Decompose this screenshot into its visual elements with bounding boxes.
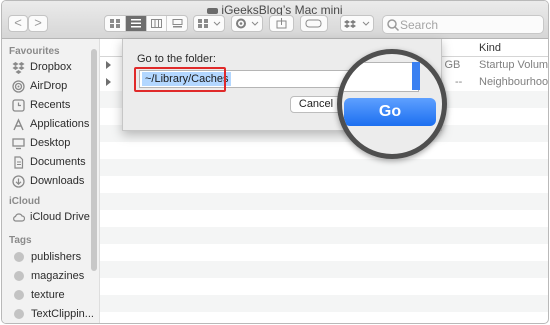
- table-row: [100, 159, 548, 176]
- finder-window: iGeeksBlog’s Mac mini < > Search Favouri…: [1, 0, 549, 324]
- disclosure-triangle-icon[interactable]: [106, 61, 111, 69]
- tag-icon: [305, 19, 322, 28]
- desktop-icon: [12, 137, 25, 149]
- dialog-label: Go to the folder:: [137, 53, 216, 65]
- list-view-icon[interactable]: [125, 16, 147, 31]
- sidebar-item-recents[interactable]: Recents: [12, 97, 70, 113]
- sidebar-item-label: Recents: [30, 99, 71, 111]
- table-row: [100, 227, 548, 244]
- table-row: [100, 176, 548, 193]
- sidebar-tag-textclippings[interactable]: TextClippin...: [12, 306, 94, 322]
- table-row: [100, 295, 548, 312]
- forward-button[interactable]: >: [28, 15, 48, 32]
- share-icon: [276, 18, 287, 29]
- column-header-kind[interactable]: Kind: [479, 42, 501, 54]
- table-row: [100, 244, 548, 261]
- cloud-icon: [13, 212, 25, 222]
- sidebar-item-icloud-drive[interactable]: iCloud Drive: [12, 209, 90, 225]
- drive-icon: [207, 7, 219, 14]
- sidebar-item-downloads[interactable]: Downloads: [12, 173, 84, 189]
- sidebar-tag-texture[interactable]: texture: [12, 287, 65, 303]
- sidebar-item-label: Documents: [30, 156, 86, 168]
- action-button[interactable]: [231, 15, 263, 32]
- magnified-focus-edge: [412, 62, 420, 90]
- tag-dot-icon: [14, 252, 24, 262]
- sidebar-scrollbar[interactable]: [91, 49, 97, 271]
- table-row: [100, 193, 548, 210]
- row-kind: Neighbourhood: [479, 76, 549, 88]
- group-button[interactable]: [193, 15, 225, 32]
- magnified-input: [342, 62, 419, 92]
- tag-dot-icon: [14, 290, 24, 300]
- clock-icon: [12, 98, 25, 112]
- sidebar-item-label: Desktop: [30, 137, 71, 149]
- sidebar-section-favourites: Favourites: [9, 46, 60, 57]
- sidebar-item-label: TextClippin...: [31, 308, 94, 320]
- row-size: --: [455, 76, 463, 88]
- sidebar-tag-magazines[interactable]: magazines: [12, 268, 84, 284]
- icon-view-icon[interactable]: [105, 16, 126, 31]
- row-kind: Startup Volume: [479, 59, 549, 71]
- group-icon: [198, 19, 221, 28]
- document-icon: [14, 155, 24, 169]
- gallery-view-icon[interactable]: [167, 16, 187, 31]
- sidebar-item-label: Applications: [30, 118, 90, 130]
- table-row: [100, 312, 548, 323]
- search-icon: [387, 19, 400, 32]
- table-row: [100, 210, 548, 227]
- back-button[interactable]: <: [8, 15, 28, 32]
- sidebar-item-dropbox[interactable]: Dropbox: [12, 59, 72, 75]
- tag-dot-icon: [14, 271, 24, 281]
- sidebar-item-label: publishers: [31, 251, 82, 263]
- airdrop-icon: [12, 79, 25, 93]
- sidebar-item-applications[interactable]: Applications: [12, 116, 89, 132]
- table-row: [100, 142, 548, 159]
- sidebar: Favourites Dropbox AirDrop Recents Appli…: [2, 39, 100, 323]
- download-icon: [12, 174, 25, 188]
- tag-button[interactable]: [300, 15, 328, 32]
- go-button[interactable]: Go: [344, 98, 436, 126]
- search-placeholder: Search: [400, 18, 439, 32]
- sidebar-item-label: AirDrop: [30, 80, 68, 92]
- sidebar-item-desktop[interactable]: Desktop: [12, 135, 70, 151]
- column-view-icon[interactable]: [147, 16, 168, 31]
- search-field[interactable]: Search: [382, 15, 544, 34]
- sidebar-item-label: texture: [31, 289, 65, 301]
- dropbox-toolbar-button[interactable]: [340, 15, 374, 32]
- sidebar-section-tags: Tags: [9, 235, 32, 246]
- table-row: [100, 261, 548, 278]
- dropbox-icon: [12, 61, 25, 74]
- sidebar-item-label: Dropbox: [30, 61, 72, 73]
- view-mode-control[interactable]: [104, 15, 188, 32]
- cancel-button[interactable]: Cancel: [290, 96, 342, 113]
- dropbox-icon: [344, 20, 370, 28]
- share-button[interactable]: [269, 15, 294, 32]
- disclosure-triangle-icon[interactable]: [106, 78, 111, 86]
- sidebar-item-airdrop[interactable]: AirDrop: [12, 78, 67, 94]
- sidebar-section-icloud: iCloud: [9, 196, 41, 207]
- sidebar-item-label: Downloads: [30, 175, 85, 187]
- gear-icon: [236, 18, 259, 29]
- magnifier-callout: Go: [337, 49, 447, 159]
- sidebar-tag-publishers[interactable]: publishers: [12, 249, 81, 265]
- highlight-box: [134, 67, 226, 92]
- toolbar: iGeeksBlog’s Mac mini < > Search: [2, 1, 548, 39]
- table-row: [100, 278, 548, 295]
- applications-icon: [13, 117, 24, 130]
- tag-dot-icon: [14, 309, 24, 319]
- sidebar-item-label: magazines: [31, 270, 85, 282]
- sidebar-item-label: iCloud Drive: [30, 211, 90, 223]
- sidebar-item-documents[interactable]: Documents: [12, 154, 86, 170]
